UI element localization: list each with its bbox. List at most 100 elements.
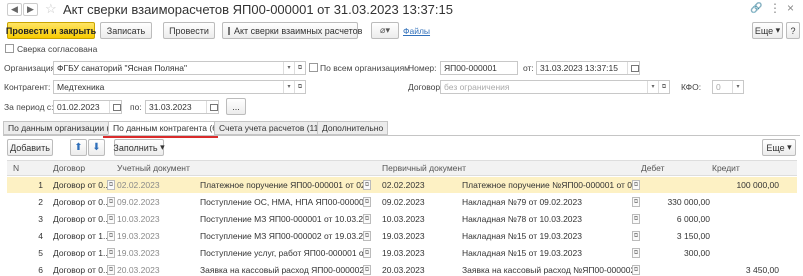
period-to-field[interactable]: 31.03.2023: [145, 100, 219, 114]
move-up-button[interactable]: ⬆: [70, 139, 87, 156]
kfo-dropdown-icon[interactable]: ▾: [732, 81, 743, 93]
col-n-header[interactable]: N: [13, 161, 19, 175]
cell-dogovor: Договор от 0...: [53, 180, 111, 190]
table-more-button[interactable]: Еще ▾: [762, 139, 796, 156]
period-from-value: 01.02.2023: [57, 102, 100, 112]
cell-kredit: [712, 211, 779, 227]
col-kredit-header[interactable]: Кредит: [712, 161, 740, 175]
dogovor-dropdown-icon[interactable]: ▾: [647, 81, 658, 93]
open-cell-icon[interactable]: ⧉: [107, 265, 115, 275]
table-row[interactable]: 4 Договор от 1... ⧉ 19.03.2023 Поступление М…: [7, 228, 797, 244]
table-row[interactable]: 3 Договор от 0... ⧉ 10.03.2023 Поступление М…: [7, 211, 797, 227]
back-button[interactable]: ◀: [7, 3, 22, 16]
agreed-label: Сверка согласована: [17, 44, 98, 54]
kontragent-value: Медтехника: [57, 82, 105, 92]
table-row[interactable]: 6 Договор от 0... ⧉ 20.03.2023 Заявка на кас…: [7, 262, 797, 276]
dogovor-open-icon[interactable]: ⧉: [658, 81, 669, 93]
forward-button[interactable]: ▶: [23, 3, 38, 16]
menu-dots-icon[interactable]: ⋮: [769, 1, 781, 15]
org-open-icon[interactable]: ⧉: [294, 62, 305, 74]
fill-button[interactable]: Заполнить ▾: [113, 139, 165, 156]
tab-org-data[interactable]: По данным организации (6): [3, 121, 122, 135]
help-button[interactable]: ?: [786, 22, 800, 39]
open-cell-icon[interactable]: ⧉: [363, 180, 371, 190]
table-row[interactable]: 1 Договор от 0... ⧉ 02.02.2023 Платежное пор…: [7, 177, 797, 193]
more-label: Еще: [754, 25, 774, 36]
org-label: Организация:: [4, 63, 58, 73]
open-cell-icon[interactable]: ⧉: [363, 265, 371, 275]
more-button[interactable]: Еще ▾: [752, 22, 783, 39]
close-icon[interactable]: ×: [787, 1, 794, 15]
act-report-button[interactable]: Акт сверки взаимных расчетов: [222, 22, 362, 39]
open-cell-icon[interactable]: ⧉: [107, 197, 115, 207]
cell-kredit: 100 000,00: [736, 180, 779, 190]
cell-perv-date: 19.03.2023: [382, 231, 425, 241]
write-button[interactable]: Записать: [100, 22, 152, 39]
open-cell-icon[interactable]: ⧉: [107, 231, 115, 241]
cell-uchet-doc: Поступление МЗ ЯП00-000001 от 10.03.2023…: [200, 214, 367, 224]
col-debet-header[interactable]: Дебет: [641, 161, 665, 175]
cell-n: 4: [38, 231, 43, 241]
cell-debet: 330 000,00: [667, 197, 710, 207]
open-cell-icon[interactable]: ⧉: [363, 248, 371, 258]
favorite-star-icon[interactable]: ☆: [45, 1, 57, 17]
post-button[interactable]: Провести: [163, 22, 215, 39]
kontragent-open-icon[interactable]: ⧉: [294, 81, 305, 93]
table-more-label: Еще: [766, 142, 785, 153]
col-perv-header[interactable]: Первичный документ: [382, 161, 466, 175]
date-field[interactable]: 31.03.2023 13:37:15: [536, 61, 640, 75]
period-from-field[interactable]: 01.02.2023: [53, 100, 122, 114]
kontragent-dropdown-icon[interactable]: ▾: [283, 81, 294, 93]
dogovor-field[interactable]: без ограничения ▾ ⧉: [440, 80, 670, 94]
window-title: Акт сверки взаиморасчетов ЯП00-000001 от…: [63, 2, 453, 17]
number-label: Номер:: [408, 63, 437, 73]
agreed-checkbox[interactable]: [5, 44, 14, 53]
number-field[interactable]: ЯП00-000001: [440, 61, 518, 75]
link-icon[interactable]: 🔗: [750, 3, 762, 14]
dogovor-placeholder: без ограничения: [444, 82, 510, 92]
open-cell-icon[interactable]: ⧉: [107, 180, 115, 190]
table-row[interactable]: 5 Договор от 1... ⧉ 19.03.2023 Поступление у…: [7, 245, 797, 261]
files-link[interactable]: Файлы: [403, 26, 430, 36]
fill-label: Заполнить: [113, 142, 158, 153]
col-dogovor-header[interactable]: Договор: [53, 161, 85, 175]
cell-dogovor: Договор от 0...: [53, 214, 111, 224]
cell-uchet-date: 19.03.2023: [117, 231, 160, 241]
cell-kredit: 3 450,00: [745, 265, 779, 275]
tab-additional[interactable]: Дополнительно: [317, 121, 389, 135]
open-cell-icon[interactable]: ⧉: [363, 197, 371, 207]
attach-button[interactable]: ⌀▾: [371, 22, 399, 39]
cell-uchet-date: 09.02.2023: [117, 197, 160, 207]
kontragent-field[interactable]: Медтехника ▾ ⧉: [53, 80, 306, 94]
cell-n: 6: [38, 265, 43, 275]
move-down-button[interactable]: ⬇: [88, 139, 105, 156]
post-and-close-button[interactable]: Провести и закрыть: [6, 22, 96, 39]
cell-perv-date: 02.02.2023: [382, 180, 425, 190]
col-uchet-header[interactable]: Учетный документ: [117, 161, 190, 175]
period-to-value: 31.03.2023: [149, 102, 192, 112]
period-select-button[interactable]: ...: [226, 98, 246, 115]
kfo-field[interactable]: 0 ▾: [712, 80, 744, 94]
open-cell-icon[interactable]: ⧉: [363, 214, 371, 224]
add-row-button[interactable]: Добавить: [7, 139, 53, 156]
period-from-calendar-icon[interactable]: [109, 101, 121, 113]
period-to-label: по:: [130, 102, 142, 112]
org-dropdown-icon[interactable]: ▾: [283, 62, 294, 74]
calendar-icon[interactable]: [627, 62, 639, 74]
cell-n: 3: [38, 214, 43, 224]
cell-uchet-doc: Заявка на кассовый расход ЯП00-000002 от…: [200, 265, 367, 275]
table-row[interactable]: 2 Договор от 0... ⧉ 09.02.2023 Поступление О…: [7, 194, 797, 210]
open-cell-icon[interactable]: ⧉: [107, 248, 115, 258]
cell-perv-doc: Накладная №78 от 10.03.2023: [462, 214, 582, 224]
cell-debet: 3 150,00: [676, 231, 710, 241]
org-field[interactable]: ФГБУ санаторий "Ясная Поляна" ▾ ⧉: [53, 61, 306, 75]
cell-perv-date: 20.03.2023: [382, 265, 425, 275]
open-cell-icon[interactable]: ⧉: [107, 214, 115, 224]
act-report-label: Акт сверки взаимных расчетов: [234, 25, 363, 36]
tab-kontragent-data[interactable]: По данным контрагента (6): [108, 121, 225, 135]
arrow-down-icon: ⬇: [92, 142, 101, 153]
tab-accounts[interactable]: Счета учета расчетов (11): [214, 121, 327, 135]
open-cell-icon[interactable]: ⧉: [363, 231, 371, 241]
period-to-calendar-icon[interactable]: [206, 101, 218, 113]
all-orgs-checkbox[interactable]: [309, 63, 318, 72]
